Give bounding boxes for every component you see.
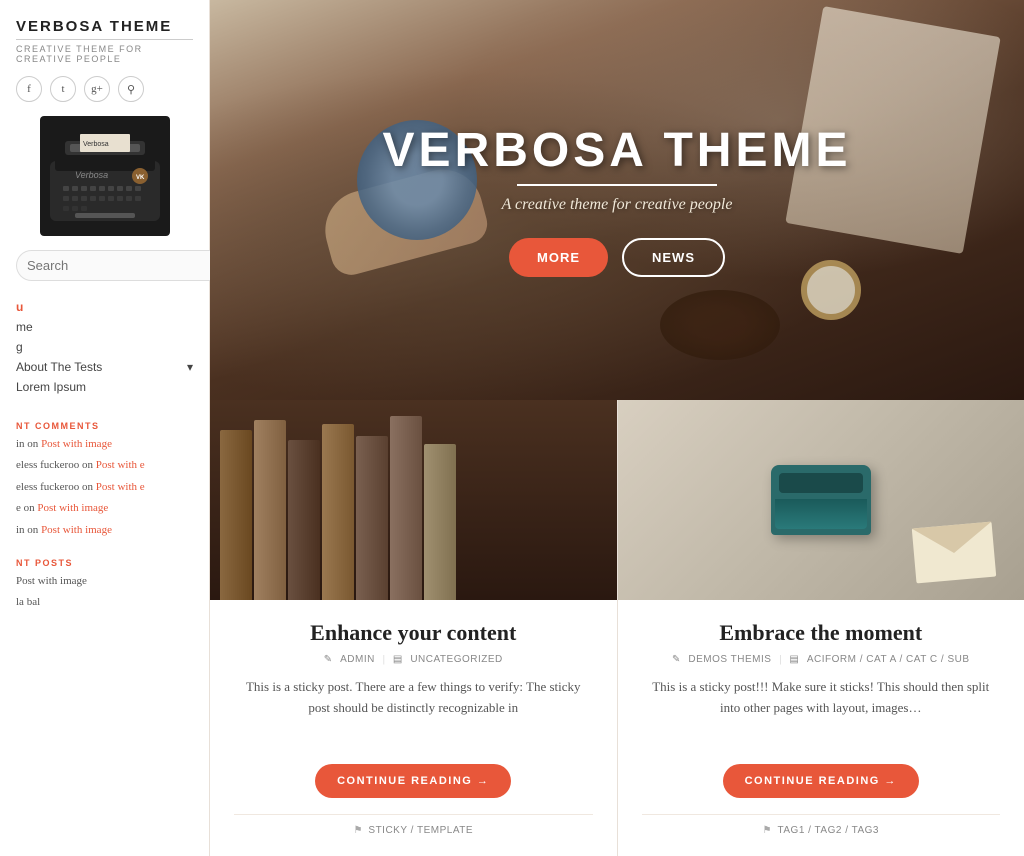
post-image-1: [210, 400, 617, 600]
sidebar-nav-item-about-label: About The Tests: [16, 360, 102, 374]
recent-comments-label: NT COMMENTS: [16, 421, 193, 431]
post-title-2: Embrace the moment: [642, 620, 1001, 646]
sidebar-nav: u me g About The Tests ▾ Lorem Ipsum: [16, 297, 193, 397]
author-icon-2: ✎: [672, 654, 680, 665]
site-logo: Verbosa Verbosa: [40, 116, 170, 236]
post-meta-1: ✎ ADMIN | ▤ UNCATEGORIZED: [234, 654, 593, 665]
continue-reading-button-1[interactable]: CONTINUE READING →: [315, 764, 511, 798]
hero-bowl-decoration: [660, 290, 780, 360]
comment-item: in on Post with image: [16, 523, 193, 538]
facebook-icon[interactable]: f: [16, 76, 42, 102]
author-icon: ✎: [324, 654, 332, 665]
post-tag-text-2: TAG1 / TAG2 / TAG3: [778, 825, 879, 836]
book-5: [356, 436, 388, 600]
book-3: [288, 440, 320, 600]
sidebar-nav-item-about[interactable]: About The Tests ▾: [16, 357, 193, 377]
typewriter-image: [618, 400, 1024, 600]
post-image-2: [618, 400, 1024, 600]
hero-more-button[interactable]: MORE: [509, 238, 608, 277]
post-category-1: UNCATEGORIZED: [410, 654, 502, 665]
post-excerpt-2: This is a sticky post!!! Make sure it st…: [642, 677, 1001, 746]
post-body-2: Embrace the moment ✎ DEMOS THEMIS | ▤ AC…: [618, 600, 1024, 856]
book-4: [322, 424, 354, 600]
comment-item: e on Post with image: [16, 501, 193, 516]
book-2: [254, 420, 286, 600]
twitter-icon[interactable]: t: [50, 76, 76, 102]
site-title: VERBOSA THEME: [16, 18, 193, 40]
recent-posts-label: NT POSTS: [16, 558, 193, 568]
recent-post-item[interactable]: la bal: [16, 595, 193, 610]
tag-icon-2: ⚑: [763, 825, 772, 836]
sidebar-nav-item-2[interactable]: me: [16, 317, 193, 337]
sidebar-nav-item-1[interactable]: u: [16, 297, 193, 317]
svg-text:Verbosa: Verbosa: [83, 141, 109, 148]
hero-title-underline: [517, 184, 717, 186]
continue-reading-button-2[interactable]: CONTINUE READING →: [723, 764, 919, 798]
search-input[interactable]: [16, 250, 213, 281]
search-row: 🔍: [16, 250, 193, 281]
comment-item: in on Post with image: [16, 437, 193, 452]
social-icons-row: f t g+ ⚲: [16, 76, 193, 102]
hero-content: VERBOSA THEME A creative theme for creat…: [383, 123, 852, 277]
post-author-2: DEMOS THEMIS: [688, 654, 771, 665]
book-7: [424, 444, 456, 600]
recent-post-item[interactable]: Post with image: [16, 574, 193, 589]
post-excerpt-1: This is a sticky post. There are a few t…: [234, 677, 593, 746]
post-body-1: Enhance your content ✎ ADMIN | ▤ UNCATEG…: [210, 600, 617, 856]
chevron-down-icon: ▾: [187, 360, 193, 374]
tag-icon: ⚑: [353, 825, 362, 836]
meta-divider-2: |: [779, 654, 781, 665]
category-icon: ▤: [393, 654, 402, 665]
post-meta-2: ✎ DEMOS THEMIS | ▤ ACIFORM / CAT A / CAT…: [642, 654, 1001, 665]
hero-title: VERBOSA THEME: [383, 123, 852, 178]
recent-posts-list: Post with image la bal: [16, 574, 193, 617]
sidebar: VERBOSA THEME CREATIVE THEME FOR CREATIV…: [0, 0, 210, 856]
mini-typewriter: [771, 465, 871, 535]
sidebar-nav-item-lorem[interactable]: Lorem Ipsum: [16, 377, 193, 397]
sidebar-nav-item-3[interactable]: g: [16, 337, 193, 357]
post-title-1: Enhance your content: [234, 620, 593, 646]
hero-buttons: MORE NEWS: [383, 238, 852, 277]
post-tag-text-1: STICKY / TEMPLATE: [368, 825, 473, 836]
svg-text:Verbosa: Verbosa: [75, 170, 108, 180]
book-1: [220, 430, 252, 600]
post-author-1: ADMIN: [340, 654, 375, 665]
svg-text:VK: VK: [136, 175, 145, 181]
book-6: [390, 416, 422, 600]
post-tags-1: ⚑ STICKY / TEMPLATE: [234, 814, 593, 836]
posts-grid: Enhance your content ✎ ADMIN | ▤ UNCATEG…: [210, 400, 1024, 856]
books-image: [210, 400, 617, 600]
hero-section: VERBOSA THEME A creative theme for creat…: [210, 0, 1024, 400]
recent-comments-list: in on Post with image eless fuckeroo on …: [16, 437, 193, 544]
site-subtitle: CREATIVE THEME FOR CREATIVE PEOPLE: [16, 44, 193, 64]
post-card-1: Enhance your content ✎ ADMIN | ▤ UNCATEG…: [210, 400, 618, 856]
link-icon[interactable]: ⚲: [118, 76, 144, 102]
comment-link[interactable]: Post with image: [37, 502, 108, 514]
hero-subtitle: A creative theme for creative people: [383, 196, 852, 214]
post-category-2: ACIFORM / CAT A / CAT C / SUB: [807, 654, 970, 665]
comment-item: eless fuckeroo on Post with e: [16, 480, 193, 495]
post-tags-2: ⚑ TAG1 / TAG2 / TAG3: [642, 814, 1001, 836]
comment-item: eless fuckeroo on Post with e: [16, 458, 193, 473]
comment-link[interactable]: Post with image: [41, 524, 112, 536]
comment-link[interactable]: Post with e: [96, 481, 145, 493]
meta-divider: |: [383, 654, 385, 665]
comment-link[interactable]: Post with image: [41, 438, 112, 450]
post-card-2: Embrace the moment ✎ DEMOS THEMIS | ▤ AC…: [618, 400, 1024, 856]
category-icon-2: ▤: [789, 654, 798, 665]
main-content: VERBOSA THEME A creative theme for creat…: [210, 0, 1024, 856]
comment-link[interactable]: Post with e: [96, 459, 145, 471]
google-plus-icon[interactable]: g+: [84, 76, 110, 102]
envelope-decoration: [912, 522, 996, 584]
hero-news-button[interactable]: NEWS: [622, 238, 725, 277]
